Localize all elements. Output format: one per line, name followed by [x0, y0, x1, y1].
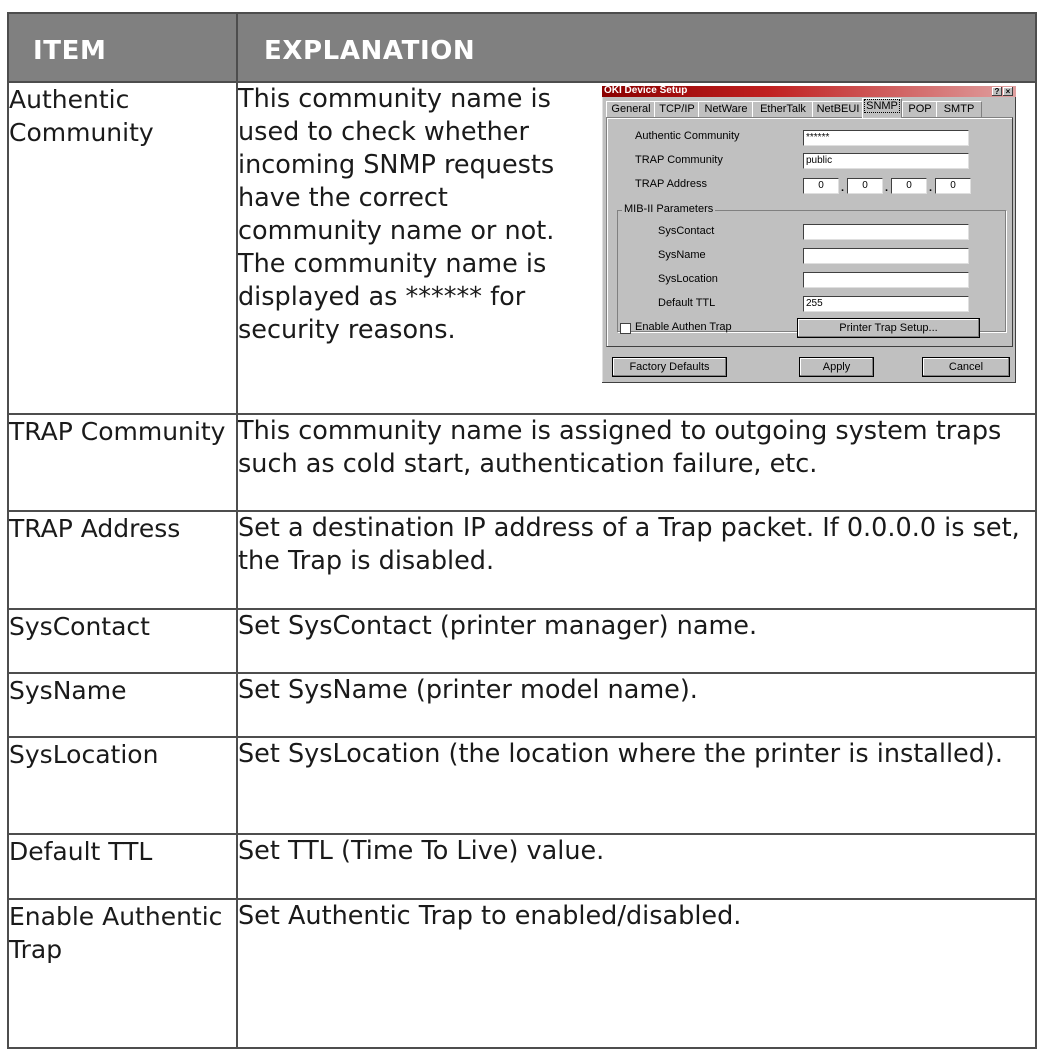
header-explanation: EXPLANATION	[236, 12, 1037, 83]
tab-netware[interactable]: NetWare	[698, 101, 754, 117]
default-ttl-field[interactable]: 255	[803, 296, 969, 312]
enable-authen-trap-label: Enable Authen Trap	[635, 321, 732, 333]
dialog-titlebar: OKI Device Setup ? ×	[602, 85, 1016, 97]
tab-snmp[interactable]: SNMP	[862, 98, 902, 118]
table-row: Authentic Community This community name …	[7, 81, 1037, 415]
row-explanation: Set TTL (Time To Live) value.	[236, 833, 1037, 900]
snmp-settings-table: ITEM EXPLANATION Authentic Community Thi…	[7, 12, 1037, 1049]
tab-snmp-label: SNMP	[864, 99, 900, 113]
tab-tcpip[interactable]: TCP/IP	[654, 101, 700, 117]
row-item: SysLocation	[7, 736, 238, 835]
row-explanation: Set SysName (printer model name).	[236, 672, 1037, 738]
syslocation-field[interactable]	[803, 272, 969, 288]
row-item: Default TTL	[7, 833, 238, 900]
enable-authen-trap-checkbox[interactable]	[620, 323, 631, 334]
tab-general[interactable]: General	[606, 101, 656, 117]
tab-ethertalk[interactable]: EtherTalk	[752, 101, 814, 117]
row-explanation-cell: This community name is used to check whe…	[236, 81, 1037, 415]
help-icon[interactable]: ?	[992, 87, 1002, 96]
printer-trap-setup-button[interactable]: Printer Trap Setup...	[797, 318, 980, 338]
syscontact-label: SysContact	[658, 225, 715, 237]
tab-pop[interactable]: POP	[902, 101, 938, 117]
close-icon[interactable]: ×	[1003, 87, 1013, 96]
trap-address-label: TRAP Address	[635, 178, 707, 190]
trap-address-octet-4[interactable]: 0	[935, 178, 971, 194]
table-row: SysLocation Set SysLocation (the locatio…	[7, 736, 1037, 835]
table-row: TRAP Address Set a destination IP addres…	[7, 510, 1037, 610]
trap-address-octet-3[interactable]: 0	[891, 178, 927, 194]
factory-defaults-button[interactable]: Factory Defaults	[612, 357, 727, 377]
sysname-label: SysName	[658, 249, 706, 261]
mib-parameters-group: MIB-II Parameters SysContact SysName Sys…	[617, 203, 1006, 332]
header-item: ITEM	[7, 12, 238, 83]
row-explanation: Set Authentic Trap to enabled/disabled.	[236, 898, 1037, 1049]
table-row: SysName Set SysName (printer model name)…	[7, 672, 1037, 738]
row-item: Authentic Community	[7, 81, 238, 415]
tab-smtp[interactable]: SMTP	[936, 101, 982, 117]
table-row: TRAP Community This community name is as…	[7, 413, 1037, 512]
authentic-community-label: Authentic Community	[635, 130, 740, 142]
syslocation-label: SysLocation	[658, 273, 718, 285]
trap-community-field[interactable]: public	[803, 153, 969, 169]
row-item: SysContact	[7, 608, 238, 674]
octet-separator: .	[885, 182, 889, 194]
authentic-community-field[interactable]: ******	[803, 130, 969, 146]
table-row: SysContact Set SysContact (printer manag…	[7, 608, 1037, 674]
cancel-button[interactable]: Cancel	[922, 357, 1010, 377]
octet-separator: .	[841, 182, 845, 194]
row-item: TRAP Community	[7, 413, 238, 512]
table-header-row: ITEM EXPLANATION	[7, 12, 1037, 83]
octet-separator: .	[929, 182, 933, 194]
row-item: SysName	[7, 672, 238, 738]
syscontact-field[interactable]	[803, 224, 969, 240]
dialog-title: OKI Device Setup	[604, 85, 688, 96]
sysname-field[interactable]	[803, 248, 969, 264]
table-row: Enable Authentic Trap Set Authentic Trap…	[7, 898, 1037, 1049]
row-explanation: Set SysContact (printer manager) name.	[236, 608, 1037, 674]
row-item: Enable Authentic Trap	[7, 898, 238, 1049]
row-item: TRAP Address	[7, 510, 238, 610]
row-explanation: Set SysLocation (the location where the …	[236, 736, 1037, 835]
row-explanation: This community name is assigned to outgo…	[236, 413, 1037, 512]
mib-group-title: MIB-II Parameters	[622, 203, 716, 215]
trap-address-octet-2[interactable]: 0	[847, 178, 883, 194]
snmp-panel: Authentic Community ****** TRAP Communit…	[606, 117, 1013, 347]
apply-button[interactable]: Apply	[799, 357, 874, 377]
device-setup-dialog: OKI Device Setup ? × General TCP/IP NetW…	[602, 85, 1016, 383]
default-ttl-label: Default TTL	[658, 297, 716, 309]
tab-netbeui[interactable]: NetBEUI	[812, 101, 864, 117]
row-explanation: Set a destination IP address of a Trap p…	[236, 510, 1037, 610]
row-explanation: This community name is used to check whe…	[238, 84, 555, 345]
trap-address-octet-1[interactable]: 0	[803, 178, 839, 194]
table-row: Default TTL Set TTL (Time To Live) value…	[7, 833, 1037, 900]
trap-community-label: TRAP Community	[635, 154, 723, 166]
